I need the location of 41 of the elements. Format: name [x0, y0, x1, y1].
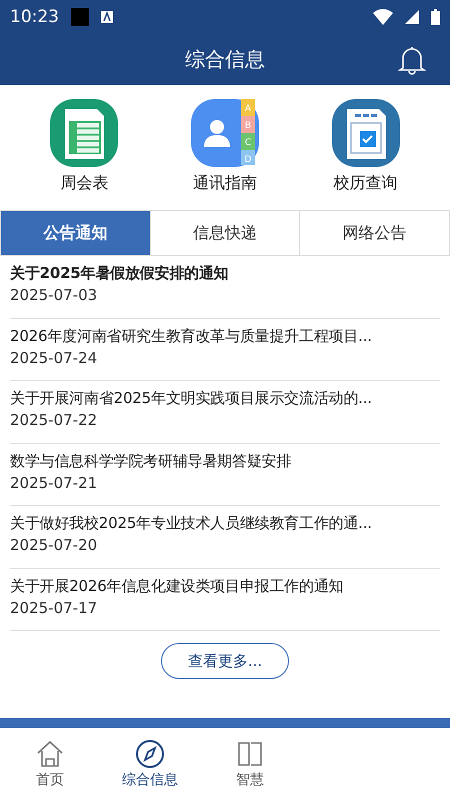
nav-label: 首页 [36, 771, 64, 789]
tab[interactable]: 信息快递 [150, 211, 300, 255]
page-title: 综合信息 [185, 46, 265, 72]
index-letter: C [244, 138, 252, 148]
compass-icon [135, 739, 165, 769]
calendar-check-icon [330, 97, 402, 169]
nav-item[interactable]: 综合信息 [100, 728, 200, 800]
signal-icon [405, 10, 419, 24]
person-icon [204, 120, 230, 147]
notice-date: 2025-07-20 [10, 536, 98, 554]
notification-square-icon [71, 8, 89, 26]
nav-label: 综合信息 [122, 771, 178, 789]
shortcut-label[interactable]: 周会表 [60, 173, 108, 194]
notice-date: 2025-07-03 [10, 286, 98, 304]
keyboard-icon [101, 10, 113, 22]
book-icon [235, 739, 265, 769]
bell-icon[interactable] [398, 45, 426, 75]
index-letter: A [244, 104, 252, 114]
notice-date: 2025-07-24 [10, 348, 98, 366]
notice-title[interactable]: 关于2025年暑假放假安排的通知 [10, 264, 440, 283]
index-letter: B [244, 121, 252, 131]
notice-title[interactable]: 数学与信息科学学院考研辅导暑期答疑安排 [10, 452, 440, 470]
notice-date: 2025-07-22 [10, 411, 98, 429]
notice-date: 2025-07-17 [10, 598, 98, 616]
status-time: 10:23 [10, 6, 59, 26]
notice-title[interactable]: 2026年度河南省研究生教育改革与质量提升工程项目... [10, 326, 440, 346]
shortcut-label[interactable]: 通讯指南 [192, 173, 257, 194]
notice-title[interactable]: 关于开展2026年信息化建设类项目申报工作的通知 [10, 576, 440, 596]
nav-item[interactable]: 智慧 [200, 728, 300, 800]
shortcut-label[interactable]: 校历查询 [334, 173, 398, 194]
nav-label: 智慧 [236, 771, 264, 789]
tab[interactable]: 公告通知 [1, 211, 150, 255]
index-letter: D [244, 155, 252, 165]
nav-item[interactable]: 首页 [0, 728, 100, 800]
notice-date: 2025-07-21 [10, 474, 98, 492]
home-icon [35, 739, 65, 769]
battery-icon [431, 8, 440, 24]
view-more-button[interactable]: 查看更多... [161, 643, 289, 679]
wifi-icon [373, 8, 393, 24]
notice-title[interactable]: 关于做好我校2025年专业技术人员继续教育工作的通... [10, 514, 440, 533]
notice-title[interactable]: 关于开展河南省2025年文明实践项目展示交流活动的... [10, 389, 440, 408]
